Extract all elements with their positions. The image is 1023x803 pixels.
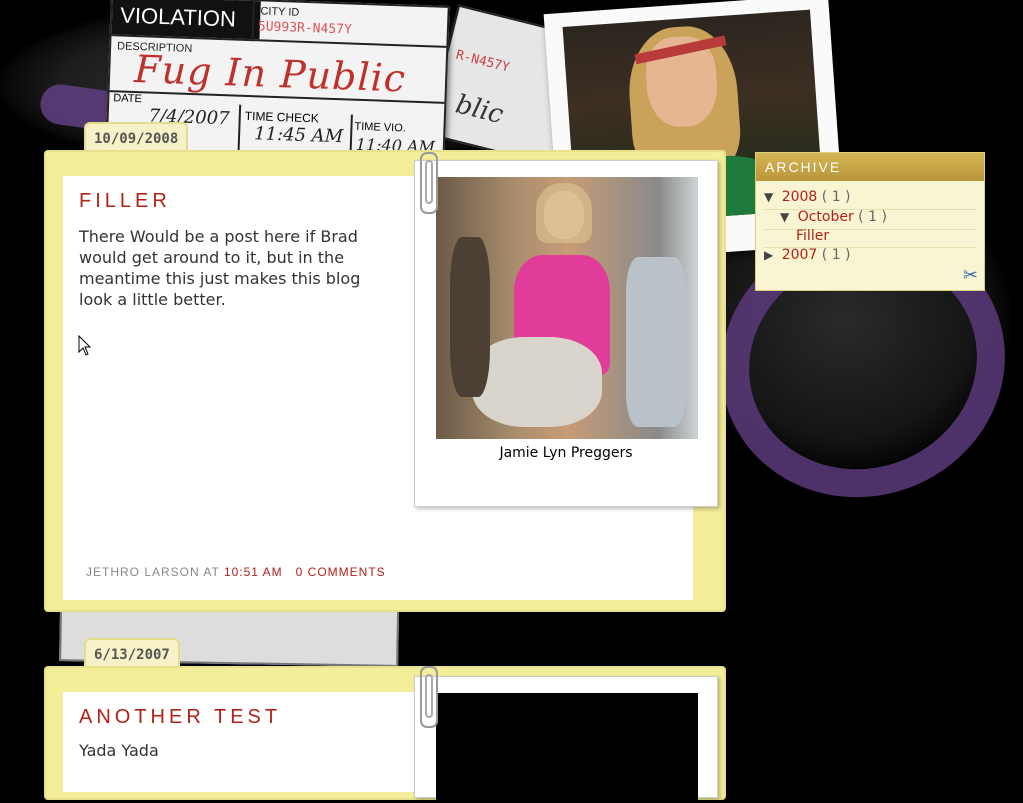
ticket-time-check: 11:45 AM	[253, 123, 344, 148]
ticket-violation-label: VIOLATION	[111, 0, 261, 40]
ticket-time-vio-label: TIME VIO.	[354, 120, 407, 135]
archive-month-link[interactable]: October	[798, 209, 854, 225]
archive-post-link[interactable]: Filler	[796, 228, 829, 244]
archive-title: ARCHIVE	[756, 153, 984, 181]
post-title[interactable]: FILLER	[79, 190, 171, 213]
archive-post-filler[interactable]: Filler	[796, 228, 829, 244]
ticket-city-id: R-N457Y	[454, 47, 512, 76]
archive-month-october[interactable]: ▼ October ( 1 )	[780, 209, 887, 225]
archive-year-link[interactable]: 2008	[782, 189, 818, 205]
archive-year-2007[interactable]: ▶ 2007 ( 1 )	[764, 247, 851, 263]
paperclip-icon	[420, 666, 438, 728]
ticket-city-id: 5U993R-N457Y	[257, 19, 353, 38]
archive-year-2008[interactable]: ▼ 2008 ( 1 )	[764, 189, 851, 205]
post-title[interactable]: ANOTHER TEST	[79, 706, 281, 729]
post-author-at: AT	[203, 565, 220, 579]
toggle-expanded-icon[interactable]: ▼	[780, 210, 789, 224]
mouse-cursor-icon	[78, 335, 92, 356]
post-photo[interactable]	[436, 693, 698, 803]
archive-count: ( 1 )	[858, 209, 887, 225]
archive-count: ( 1 )	[821, 189, 851, 205]
post-body: There Would be a post here if Brad would…	[79, 227, 361, 309]
post-body: Yada Yada	[79, 741, 159, 760]
post-time-link[interactable]: 10:51 AM	[224, 565, 283, 579]
toggle-expanded-icon[interactable]: ▼	[764, 190, 773, 204]
post-photo-frame	[414, 676, 718, 803]
archive-count: ( 1 )	[821, 247, 851, 263]
post-photo[interactable]	[436, 177, 698, 439]
toggle-collapsed-icon[interactable]: ▶	[764, 248, 773, 262]
archive-year-link[interactable]: 2007	[782, 247, 818, 263]
ticket-city-id-label: CITY ID	[260, 5, 300, 19]
paperclip-icon	[420, 152, 438, 214]
archive-widget: ARCHIVE ▼ 2008 ( 1 ) ▼ October ( 1 ) Fil…	[755, 152, 985, 291]
ticket-date-label: DATE	[113, 92, 143, 106]
edit-widget-icon[interactable]: ✂	[963, 265, 978, 286]
post-comments-link[interactable]: 0 COMMENTS	[296, 565, 386, 579]
ticket-script: blic	[452, 89, 507, 131]
post-photo-caption: Jamie Lyn Preggers	[499, 445, 633, 461]
post-photo-frame: Jamie Lyn Preggers	[414, 160, 718, 507]
post-footer: JETHRO LARSON AT 10:51 AM 0 COMMENTS	[86, 565, 386, 579]
post-author: JETHRO LARSON	[86, 565, 200, 579]
